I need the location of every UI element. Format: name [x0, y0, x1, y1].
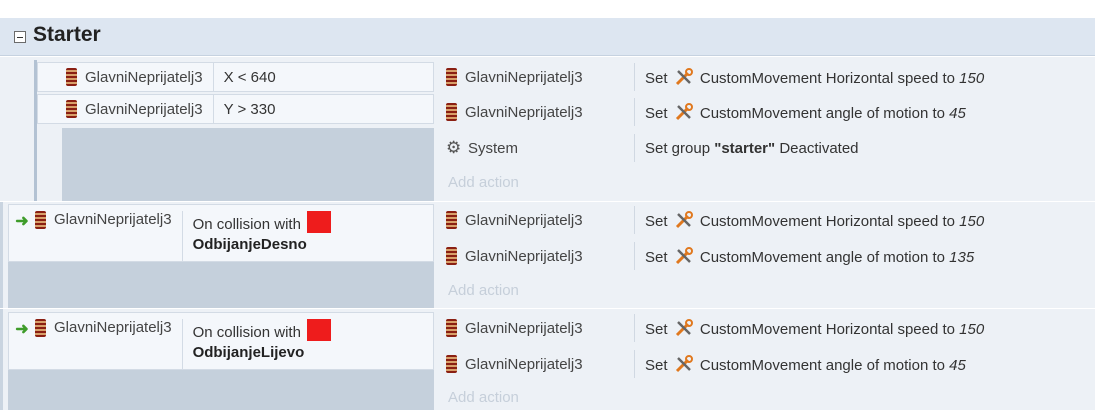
behavior-name: CustomMovement [699, 69, 822, 87]
divider [212, 95, 214, 123]
action-object: GlavniNeprijatelj3 [465, 211, 583, 229]
action-param: 45 [949, 104, 966, 122]
event-margin [0, 309, 3, 410]
green-arrow-icon: ➜ [15, 321, 29, 338]
sprite-object-icon [446, 355, 457, 373]
action-param: 135 [949, 248, 975, 266]
sprite-object-icon [446, 68, 457, 86]
action-param: 150 [959, 212, 985, 230]
condition-empty-area[interactable] [8, 262, 434, 308]
action-row[interactable]: GlavniNeprijatelj3 Set CustomMovement an… [440, 98, 1095, 126]
action-text: angle of motion to [825, 356, 945, 374]
collision-target: OdbijanjeDesno [192, 236, 307, 253]
action-param: 150 [959, 69, 985, 87]
condition-object: GlavniNeprijatelj3 [85, 68, 203, 86]
object-color-swatch [306, 211, 331, 233]
collision-target: OdbijanjeLijevo [192, 344, 305, 361]
action-object: GlavniNeprijatelj3 [465, 355, 583, 373]
condition-object: GlavniNeprijatelj3 [54, 319, 172, 336]
action-verb: Set [645, 248, 668, 266]
action-param: 45 [949, 356, 966, 374]
action-row[interactable]: GlavniNeprijatelj3 Set CustomMovement Ho… [440, 63, 1095, 91]
sprite-object-icon [446, 211, 457, 229]
group-header[interactable]: Starter [0, 18, 1095, 56]
sprite-object-icon [446, 103, 457, 121]
wrench-screwdriver-icon [675, 67, 693, 85]
condition-text: On collision with [192, 216, 301, 233]
action-row[interactable]: GlavniNeprijatelj3 Set CustomMovement Ho… [440, 206, 1095, 234]
action-text: angle of motion to [825, 248, 945, 266]
action-param: 150 [959, 320, 985, 338]
action-object: GlavniNeprijatelj3 [465, 319, 583, 337]
group-title: Starter [33, 23, 101, 46]
condition-text: X < 640 [223, 68, 276, 86]
action-text: Horizontal speed to [825, 69, 955, 87]
collapse-toggle-icon[interactable] [14, 31, 26, 43]
action-text: Horizontal speed to [825, 212, 955, 230]
sprite-object-icon [35, 319, 46, 337]
behavior-name: CustomMovement [699, 356, 822, 374]
sprite-object-icon [446, 319, 457, 337]
divider [181, 211, 183, 261]
action-verb: Set [645, 320, 668, 338]
wrench-screwdriver-icon [675, 354, 693, 372]
object-color-swatch [306, 319, 331, 341]
condition-text: On collision with [192, 324, 301, 341]
action-text: angle of motion to [825, 104, 945, 122]
condition-object: GlavniNeprijatelj3 [54, 211, 172, 228]
wrench-screwdriver-icon [675, 246, 693, 264]
behavior-name: CustomMovement [699, 320, 822, 338]
action-row[interactable]: GlavniNeprijatelj3 Set CustomMovement an… [440, 350, 1095, 378]
add-action-link[interactable]: Add action [448, 282, 519, 299]
action-row[interactable]: GlavniNeprijatelj3 Set CustomMovement an… [440, 242, 1095, 270]
behavior-name: CustomMovement [699, 248, 822, 266]
wrench-screwdriver-icon [675, 318, 693, 336]
trigger-condition-row[interactable]: ➜ GlavniNeprijatelj3 On collision with O… [8, 312, 434, 370]
action-row[interactable]: ⚙ System Set group "starter" Deactivated [440, 134, 1095, 162]
action-text: Deactivated [779, 139, 859, 157]
action-object: GlavniNeprijatelj3 [465, 103, 583, 121]
add-action-link[interactable]: Add action [448, 174, 519, 191]
action-verb: Set [645, 356, 668, 374]
divider [181, 319, 183, 369]
action-row[interactable]: GlavniNeprijatelj3 Set CustomMovement Ho… [440, 314, 1095, 342]
condition-text: Y > 330 [223, 100, 276, 118]
sprite-object-icon [35, 211, 46, 229]
condition-empty-area[interactable] [62, 128, 434, 201]
condition-object: GlavniNeprijatelj3 [85, 100, 203, 118]
event-margin [0, 202, 3, 308]
behavior-name: CustomMovement [699, 104, 822, 122]
add-action-link[interactable]: Add action [448, 389, 519, 406]
green-arrow-icon: ➜ [15, 213, 29, 230]
condition-row[interactable]: GlavniNeprijatelj3 Y > 330 [37, 94, 434, 124]
sprite-object-icon [66, 100, 77, 118]
group-name: "starter" [714, 139, 776, 157]
sprite-object-icon [446, 247, 457, 265]
action-verb: Set [645, 212, 668, 230]
condition-row[interactable]: GlavniNeprijatelj3 X < 640 [37, 62, 434, 92]
action-text: Set group [645, 139, 711, 157]
action-verb: Set [645, 69, 668, 87]
gear-icon: ⚙ [446, 138, 462, 157]
trigger-condition-row[interactable]: ➜ GlavniNeprijatelj3 On collision with O… [8, 204, 434, 262]
condition-empty-area[interactable] [8, 370, 434, 410]
wrench-screwdriver-icon [675, 102, 693, 120]
action-object: System [468, 139, 519, 157]
action-verb: Set [645, 104, 668, 122]
divider [212, 63, 214, 91]
action-object: GlavniNeprijatelj3 [465, 68, 583, 86]
action-text: Horizontal speed to [825, 320, 955, 338]
behavior-name: CustomMovement [699, 212, 822, 230]
wrench-screwdriver-icon [675, 210, 693, 228]
action-object: GlavniNeprijatelj3 [465, 247, 583, 265]
sprite-object-icon [66, 68, 77, 86]
